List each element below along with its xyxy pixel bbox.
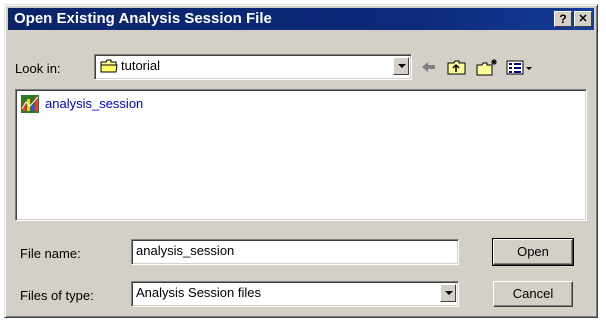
open-file-dialog: Open Existing Analysis Session File ? ✕ … — [4, 4, 598, 318]
files-of-type-dropdown-arrow[interactable] — [440, 284, 456, 302]
help-button[interactable]: ? — [554, 11, 572, 27]
back-arrow-icon[interactable] — [419, 57, 439, 77]
folder-icon — [100, 59, 118, 73]
open-button[interactable]: Open — [492, 238, 574, 266]
file-name-text: analysis_session — [45, 96, 144, 111]
dialog-title: Open Existing Analysis Session File — [14, 10, 272, 27]
files-of-type-combo[interactable]: Analysis Session files — [131, 281, 459, 307]
up-folder-icon[interactable] — [446, 57, 468, 77]
look-in-value: tutorial — [121, 58, 161, 73]
files-of-type-label: Files of type: — [20, 288, 94, 303]
close-button[interactable]: ✕ — [574, 11, 592, 27]
file-name-label: File name: — [20, 246, 81, 261]
file-name-input-value: analysis_session — [136, 243, 235, 258]
look-in-label-text: Look in: — [15, 61, 61, 76]
new-folder-icon[interactable] — [475, 57, 499, 77]
view-menu-icon[interactable] — [505, 57, 535, 77]
look-in-label: Look in: — [15, 61, 61, 77]
file-list[interactable]: analysis_session — [15, 89, 587, 221]
title-bar[interactable]: Open Existing Analysis Session File ? ✕ — [8, 8, 594, 30]
look-in-dropdown-arrow[interactable] — [393, 57, 409, 75]
analysis-session-file-icon — [20, 94, 40, 114]
file-name-field[interactable]: analysis_session — [131, 239, 459, 265]
cancel-button[interactable]: Cancel — [493, 281, 573, 307]
files-of-type-value: Analysis Session files — [136, 285, 261, 300]
look-in-combo[interactable]: tutorial — [94, 54, 412, 80]
